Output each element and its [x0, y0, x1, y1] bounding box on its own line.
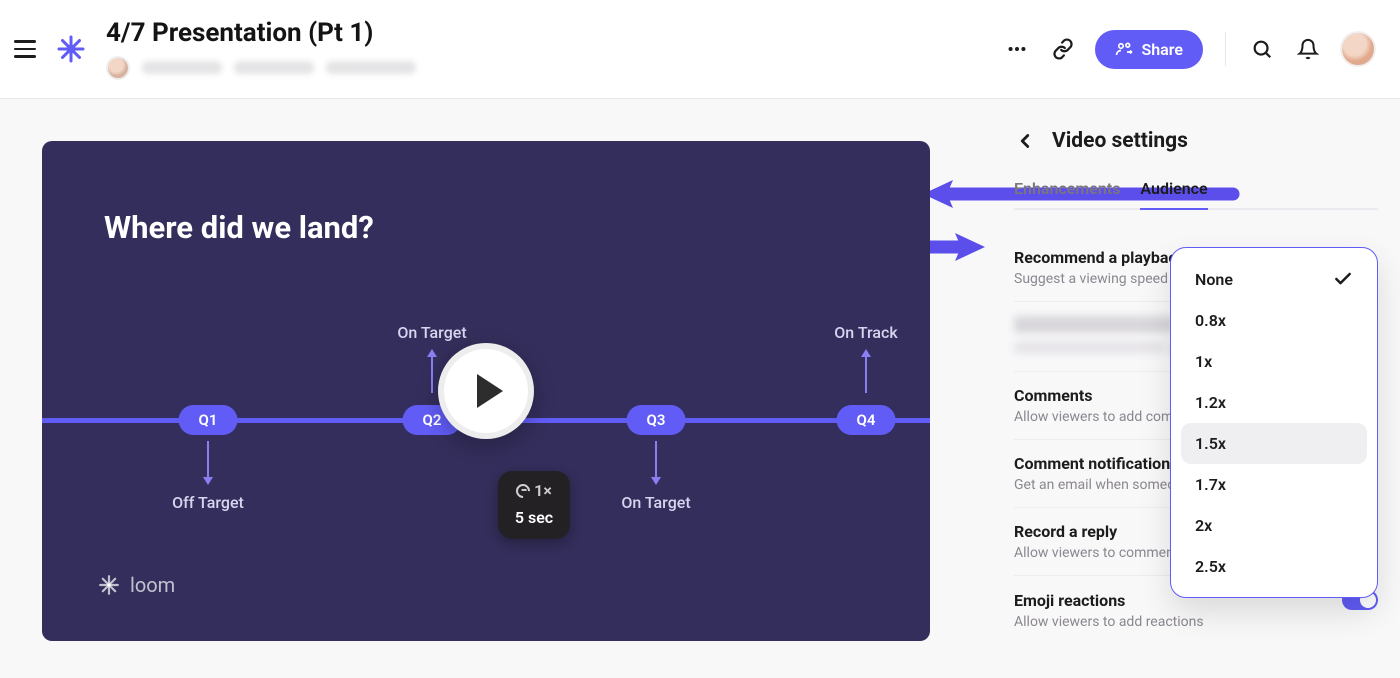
video-settings-panel: Video settings Enhancements Audience Rec…: [1000, 99, 1400, 678]
author-name-blurred: [142, 61, 222, 74]
dropdown-option-label: 2x: [1195, 516, 1212, 535]
search-icon[interactable]: [1248, 35, 1276, 63]
dropdown-option-label: 2.5x: [1195, 557, 1226, 576]
loom-burst-icon: [98, 574, 120, 596]
author-avatar[interactable]: [106, 56, 130, 80]
tab-audience[interactable]: Audience: [1140, 179, 1207, 208]
video-duration: 5 sec: [514, 508, 554, 527]
playback-speed-badge: 1× 5 sec: [498, 471, 570, 539]
page-title: 4/7 Presentation (Pt 1): [106, 18, 1003, 49]
arrow-down-icon: [655, 441, 657, 479]
tab-enhancements[interactable]: Enhancements: [1014, 179, 1120, 208]
arrow-up-icon: [431, 355, 433, 393]
dropdown-option-1-7x[interactable]: 1.7x: [1181, 464, 1367, 505]
share-people-icon: [1115, 40, 1133, 58]
setting-title: Comment notification: [1014, 454, 1170, 473]
bell-icon[interactable]: [1294, 35, 1322, 63]
dropdown-option-1-2x[interactable]: 1.2x: [1181, 382, 1367, 423]
quarter-badge-q4: Q4: [837, 405, 896, 435]
share-button[interactable]: Share: [1095, 30, 1203, 69]
gauge-icon: [513, 481, 533, 501]
label-on-track: On Track: [806, 323, 926, 342]
dropdown-option-label: None: [1195, 270, 1233, 289]
dropdown-option-label: 1.7x: [1195, 475, 1226, 494]
quarter-badge-q1: Q1: [179, 405, 238, 435]
check-icon: [1333, 269, 1353, 289]
play-icon: [477, 374, 503, 408]
video-player[interactable]: Where did we land? Q1 Q2 Q3 Q4 On Target…: [42, 141, 930, 641]
arrow-down-icon: [207, 441, 209, 479]
video-area: Where did we land? Q1 Q2 Q3 Q4 On Target…: [0, 99, 1000, 678]
dropdown-option-1-5x[interactable]: 1.5x: [1181, 423, 1367, 464]
dropdown-option-none[interactable]: None: [1181, 258, 1367, 300]
setting-desc: Allow viewers to add reactions: [1014, 614, 1378, 630]
loom-wordmark: loom: [130, 573, 175, 597]
playback-speed-dropdown: None 0.8x 1x 1.2x 1.5x 1.7x 2x 2.5x: [1170, 247, 1378, 598]
speed-value: 1×: [534, 481, 552, 500]
header-actions: Share: [1003, 30, 1376, 69]
dropdown-option-label: 0.8x: [1195, 311, 1226, 330]
more-icon[interactable]: [1003, 35, 1031, 63]
timestamp-blurred: [234, 61, 314, 74]
label-off-target: Off Target: [148, 493, 268, 512]
label-on-target: On Target: [596, 493, 716, 512]
dropdown-option-label: 1x: [1195, 352, 1212, 371]
share-label: Share: [1141, 40, 1183, 59]
dropdown-option-label: 1.5x: [1195, 434, 1226, 453]
label-on-target: On Target: [372, 323, 492, 342]
loom-watermark: loom: [98, 573, 175, 597]
user-avatar[interactable]: [1340, 31, 1376, 67]
hamburger-menu-icon[interactable]: [14, 35, 42, 63]
loom-logo-icon[interactable]: [56, 34, 86, 64]
slide-title: Where did we land?: [104, 209, 374, 246]
dropdown-option-0-8x[interactable]: 0.8x: [1181, 300, 1367, 341]
vertical-divider: [1225, 32, 1226, 66]
setting-title: Comments: [1014, 386, 1092, 405]
settings-tabs: Enhancements Audience: [1014, 179, 1378, 210]
meta-row: [106, 56, 1003, 80]
setting-title: Record a reply: [1014, 522, 1117, 541]
main-area: Where did we land? Q1 Q2 Q3 Q4 On Target…: [0, 99, 1400, 678]
dropdown-option-2-5x[interactable]: 2.5x: [1181, 546, 1367, 587]
panel-title: Video settings: [1052, 129, 1188, 153]
title-block: 4/7 Presentation (Pt 1): [106, 18, 1003, 79]
play-button[interactable]: [438, 343, 534, 439]
back-chevron-icon[interactable]: [1014, 130, 1036, 152]
arrow-up-icon: [865, 355, 867, 393]
header: 4/7 Presentation (Pt 1) Share: [0, 0, 1400, 99]
link-icon[interactable]: [1049, 35, 1077, 63]
dropdown-option-1x[interactable]: 1x: [1181, 341, 1367, 382]
quarter-badge-q3: Q3: [627, 405, 686, 435]
dropdown-option-label: 1.2x: [1195, 393, 1226, 412]
tag-blurred: [326, 61, 416, 74]
dropdown-option-2x[interactable]: 2x: [1181, 505, 1367, 546]
setting-title: Emoji reactions: [1014, 591, 1125, 610]
